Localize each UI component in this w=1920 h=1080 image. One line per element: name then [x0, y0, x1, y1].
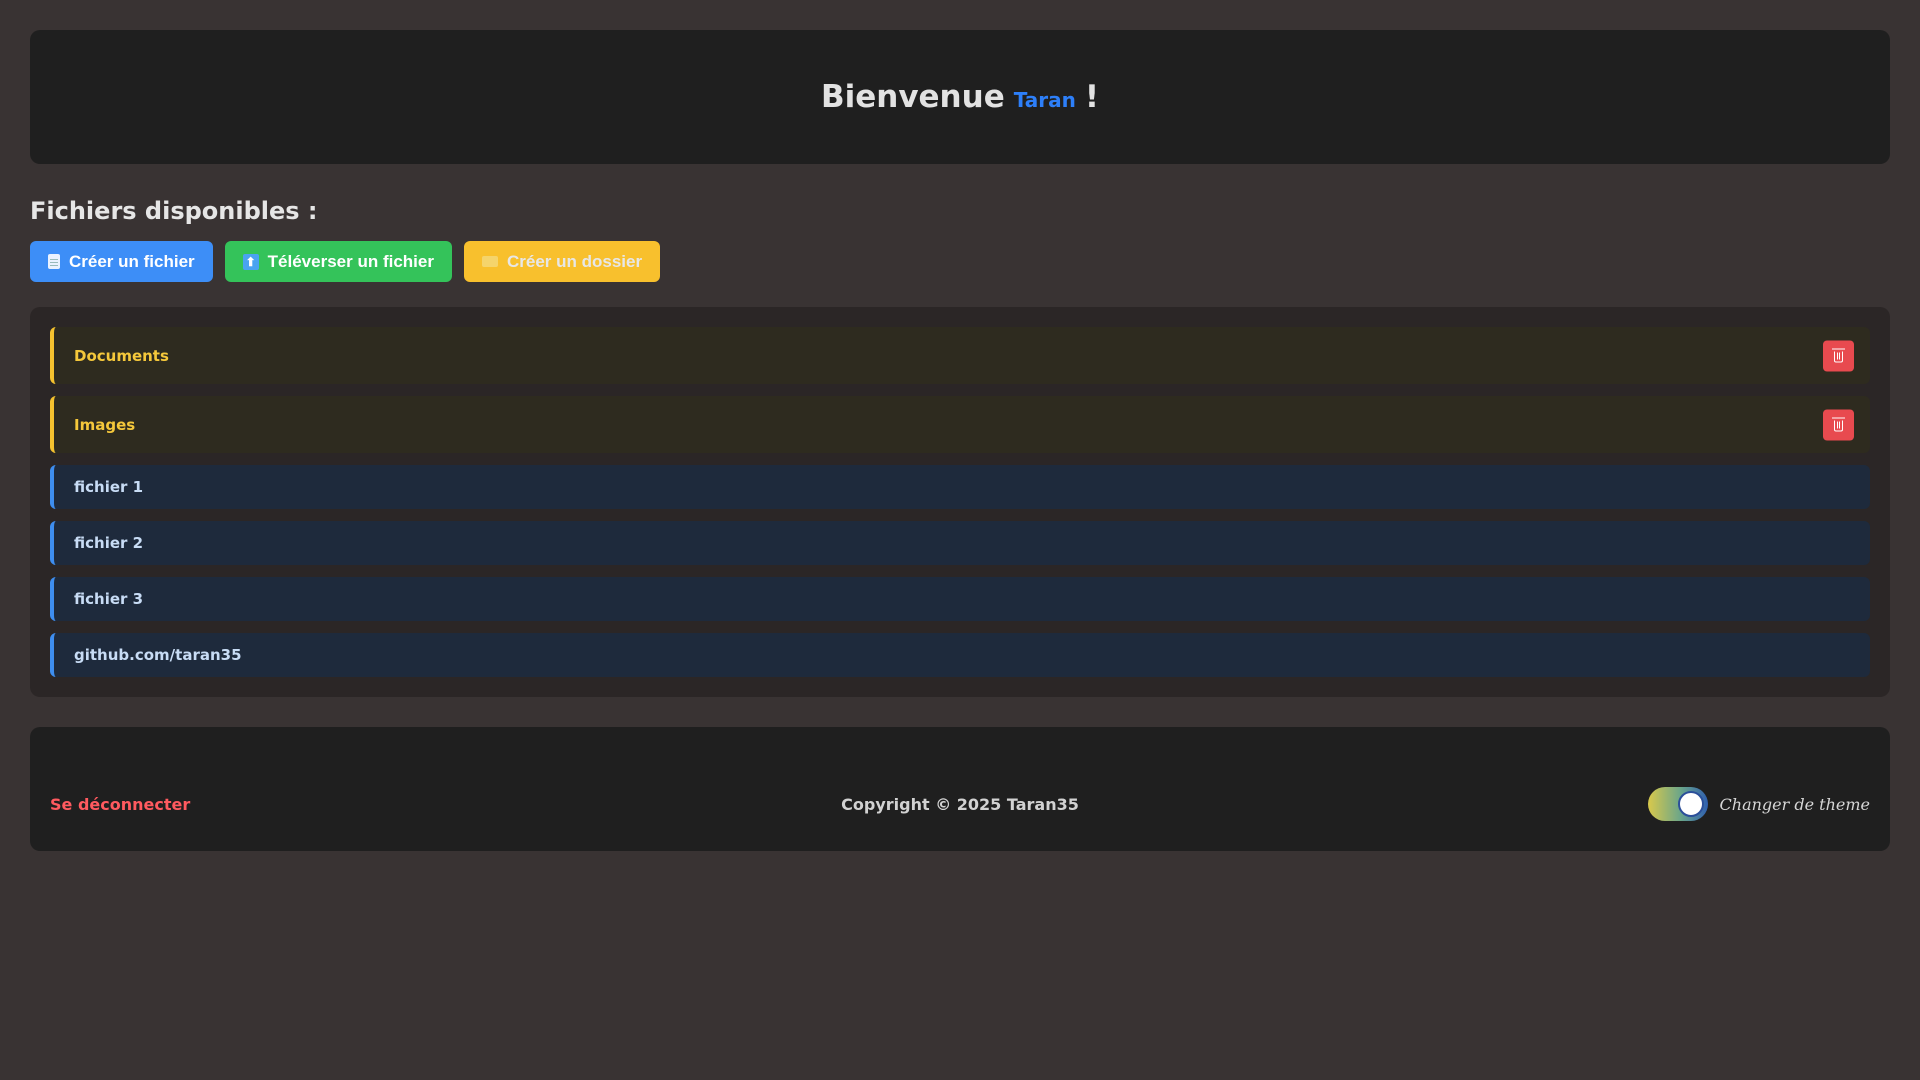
document-icon — [48, 254, 60, 269]
section-title: Fichiers disponibles : — [30, 197, 318, 225]
delete-folder-button[interactable] — [1823, 409, 1854, 440]
file-item[interactable]: fichier 1 — [50, 465, 1870, 509]
header: Bienvenue Taran ! — [30, 30, 1890, 164]
trash-icon — [1832, 348, 1845, 362]
footer: Se déconnecter Copyright © 2025 Taran35 … — [30, 727, 1890, 851]
create-folder-button[interactable]: Créer un dossier — [463, 241, 661, 282]
folder-name: Documents — [74, 346, 169, 365]
theme-toggle[interactable] — [1647, 787, 1708, 821]
username: Taran — [1013, 88, 1076, 112]
folder-icon — [481, 256, 498, 267]
upload-arrow-icon: ⬆ — [242, 253, 259, 270]
page: Bienvenue Taran ! Fichiers disponibles :… — [0, 0, 1920, 1080]
folder-name: Images — [74, 415, 136, 434]
trash-icon — [1832, 417, 1845, 431]
folder-item-images[interactable]: Images — [50, 396, 1870, 453]
file-name: github.com/taran35 — [74, 646, 242, 664]
file-name: fichier 1 — [74, 478, 144, 496]
create-file-label: Créer un fichier — [69, 251, 195, 271]
file-list: Documents Images fichier 1 fichier 2 fic… — [30, 307, 1890, 697]
upload-file-button[interactable]: ⬆ Téléverser un fichier — [224, 241, 452, 282]
file-item[interactable]: fichier 2 — [50, 521, 1870, 565]
create-folder-label: Créer un dossier — [506, 251, 643, 271]
delete-folder-button[interactable] — [1823, 340, 1854, 371]
file-item[interactable]: github.com/taran35 — [50, 633, 1870, 677]
action-toolbar: Créer un fichier ⬆ Téléverser un fichier… — [30, 241, 661, 282]
create-file-button[interactable]: Créer un fichier — [30, 241, 213, 282]
file-item[interactable]: fichier 3 — [50, 577, 1870, 621]
file-name: fichier 3 — [74, 590, 144, 608]
welcome-text: Bienvenue — [820, 79, 1005, 115]
welcome-heading: Bienvenue Taran ! — [821, 79, 1099, 115]
theme-toggle-label: Changer de theme — [1719, 794, 1870, 814]
folder-item-documents[interactable]: Documents — [50, 327, 1870, 384]
toggle-knob — [1677, 791, 1704, 817]
copyright-text: Copyright © 2025 Taran35 — [841, 795, 1079, 814]
welcome-exclaim: ! — [1084, 79, 1100, 115]
theme-switcher: Changer de theme — [1647, 787, 1870, 821]
file-name: fichier 2 — [74, 534, 144, 552]
upload-file-label: Téléverser un fichier — [267, 251, 434, 271]
